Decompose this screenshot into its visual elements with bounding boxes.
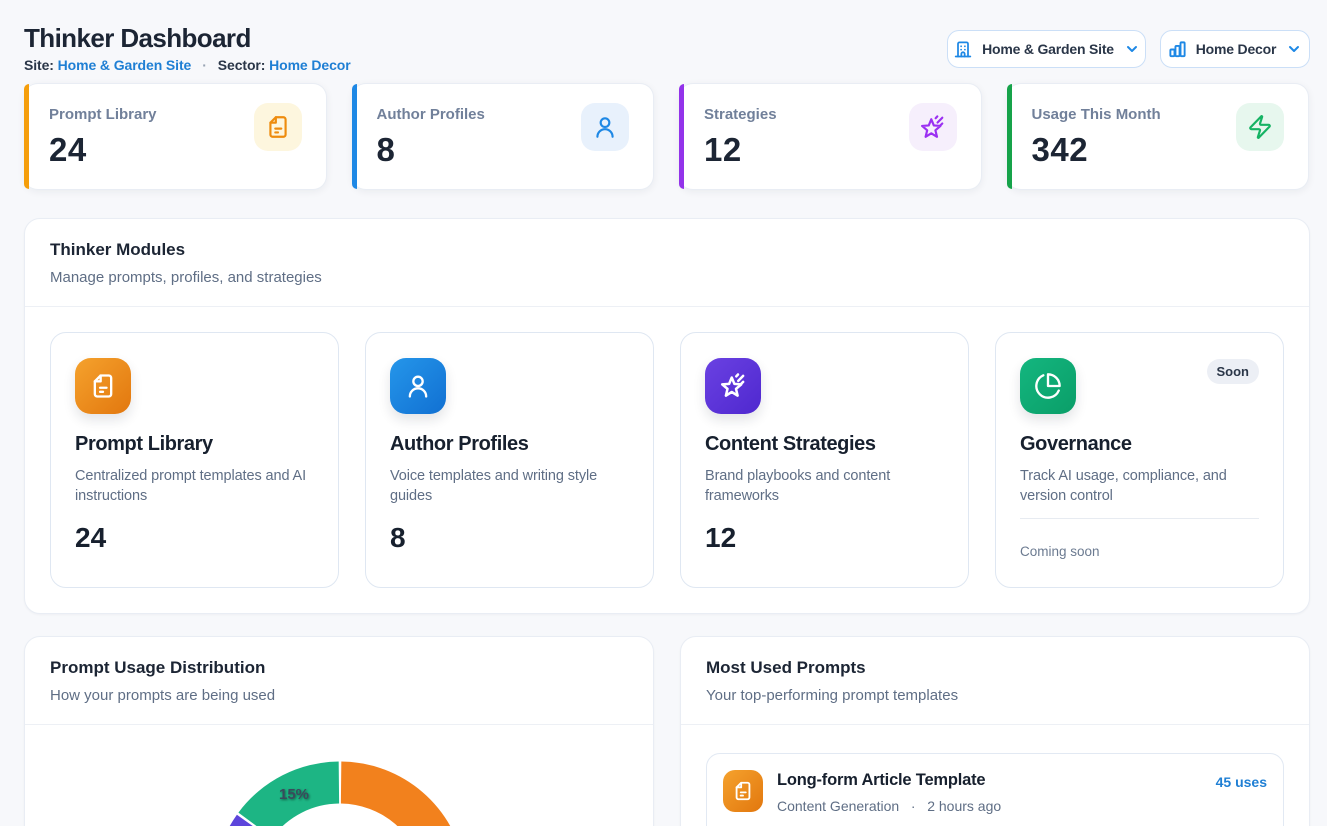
svg-text:15%: 15% — [279, 786, 309, 803]
